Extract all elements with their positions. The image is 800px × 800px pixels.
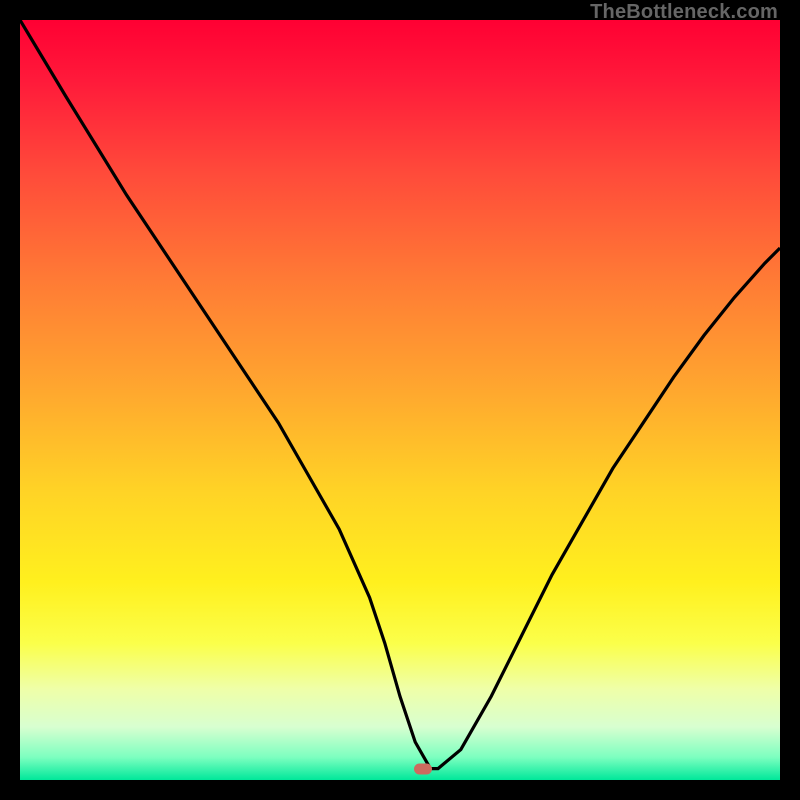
plot-area <box>20 20 780 780</box>
bottleneck-curve <box>20 20 780 769</box>
curve-svg <box>20 20 780 780</box>
optimum-marker <box>414 763 432 774</box>
chart-frame: TheBottleneck.com <box>0 0 800 800</box>
